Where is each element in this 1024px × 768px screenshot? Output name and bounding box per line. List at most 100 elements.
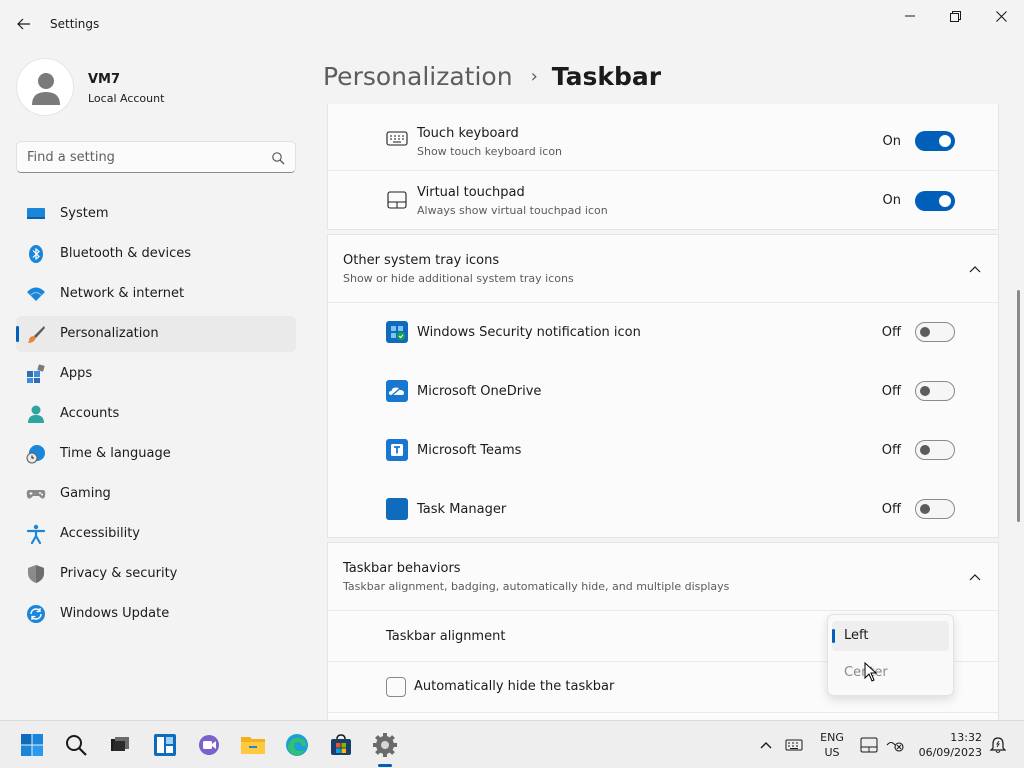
store-button[interactable] — [327, 731, 355, 759]
minimize-icon — [905, 15, 915, 17]
tray-item-title: Windows Security notification icon — [417, 325, 641, 340]
clock[interactable]: 13:32 06/09/2023 — [908, 730, 982, 760]
system-tray-icons-card: Touch keyboard Show touch keyboard icon … — [327, 104, 999, 230]
alignment-option-center[interactable]: Center — [832, 658, 949, 688]
alignment-option-left[interactable]: Left — [832, 621, 949, 651]
start-button[interactable] — [18, 731, 46, 759]
sidebar-item-windows-update[interactable]: Windows Update — [16, 596, 296, 632]
gamepad-icon — [26, 490, 46, 499]
back-button[interactable] — [10, 12, 38, 36]
sidebar-nav: System Bluetooth & devices Network & int… — [16, 196, 296, 636]
language-code: ENG — [820, 731, 844, 744]
user-silhouette-icon — [32, 73, 60, 105]
taskbar-alignment-label: Taskbar alignment — [386, 629, 506, 644]
scrollbar[interactable] — [1017, 290, 1020, 522]
apps-icon — [27, 364, 45, 383]
touch-keyboard-toggle[interactable] — [915, 131, 955, 151]
input-language-indicator[interactable]: ENG US — [812, 730, 852, 760]
bluetooth-icon — [29, 245, 43, 263]
touch-keyboard-title: Touch keyboard — [417, 126, 519, 141]
touch-keyboard-tray-button[interactable] — [780, 731, 808, 759]
chevron-up-icon[interactable] — [968, 264, 982, 274]
chevron-up-icon[interactable] — [968, 572, 982, 582]
minimize-button[interactable] — [888, 4, 932, 28]
other-tray-icons-header[interactable]: Other system tray icons Show or hide add… — [328, 235, 998, 302]
sidebar-item-bluetooth[interactable]: Bluetooth & devices — [16, 236, 296, 272]
sidebar-item-gaming[interactable]: Gaming — [16, 476, 296, 512]
sidebar-item-label: Windows Update — [60, 606, 170, 621]
network-volume-tray-button[interactable] — [881, 731, 909, 759]
onedrive-toggle[interactable] — [915, 381, 955, 401]
windows-security-toggle[interactable] — [915, 322, 955, 342]
search-box[interactable]: Find a setting — [16, 141, 296, 173]
show-hidden-icons-button[interactable] — [752, 731, 780, 759]
sidebar-item-label: Network & internet — [60, 286, 185, 301]
active-app-indicator — [378, 764, 392, 767]
tray-item-title: Microsoft OneDrive — [417, 384, 542, 399]
time: 13:32 — [950, 731, 982, 744]
sidebar-item-personalization[interactable]: Personalization — [16, 316, 296, 352]
chat-button[interactable] — [195, 731, 223, 759]
sidebar-item-label: System — [60, 206, 109, 221]
touch-keyboard-state: On — [882, 134, 901, 149]
account-type: Local Account — [88, 92, 165, 105]
sidebar-item-label: Accessibility — [60, 526, 140, 541]
tray-item-state: Off — [881, 325, 901, 340]
section-subtitle: Taskbar alignment, badging, automaticall… — [343, 580, 730, 593]
system-icon — [27, 208, 45, 219]
tray-item-row: Microsoft OneDrive Off — [328, 362, 998, 421]
touchpad-icon — [387, 191, 407, 209]
virtual-touchpad-toggle[interactable] — [915, 191, 955, 211]
taskbar-behaviors-header[interactable]: Taskbar behaviors Taskbar alignment, bad… — [328, 543, 998, 610]
task-manager-toggle[interactable] — [915, 499, 955, 519]
mouse-cursor-icon — [864, 662, 878, 682]
sidebar-item-accounts[interactable]: Accounts — [16, 396, 296, 432]
tray-item-title: Microsoft Teams — [417, 443, 522, 458]
section-subtitle: Show or hide additional system tray icon… — [343, 272, 574, 285]
widgets-button[interactable] — [151, 731, 179, 759]
account-card[interactable]: VM7 Local Account — [16, 58, 296, 116]
keyboard-icon — [386, 131, 408, 146]
edge-button[interactable] — [283, 731, 311, 759]
windows-security-icon — [386, 321, 408, 343]
search-icon — [272, 152, 285, 165]
keyboard-icon — [785, 739, 803, 751]
close-button[interactable] — [979, 4, 1023, 28]
virtual-touchpad-row: Virtual touchpad Always show virtual tou… — [328, 171, 998, 230]
settings-taskbar-button[interactable] — [371, 731, 399, 759]
tray-item-row: Task Manager Off — [328, 480, 998, 538]
autohide-checkbox[interactable] — [386, 677, 406, 697]
search-input[interactable]: Find a setting — [27, 150, 115, 165]
date: 06/09/2023 — [918, 746, 982, 759]
region-code: US — [824, 746, 840, 759]
sidebar-item-network[interactable]: Network & internet — [16, 276, 296, 312]
sidebar-item-label: Bluetooth & devices — [60, 246, 191, 261]
network-disconnected-icon — [886, 741, 904, 752]
taskbar-search-button[interactable] — [62, 731, 90, 759]
teams-toggle[interactable] — [915, 440, 955, 460]
sidebar-item-privacy[interactable]: Privacy & security — [16, 556, 296, 592]
breadcrumb-parent[interactable]: Personalization — [323, 62, 513, 91]
restore-icon — [949, 10, 961, 22]
notification-bell-icon — [989, 737, 1007, 754]
restore-button[interactable] — [933, 4, 977, 28]
virtual-touchpad-subtitle: Always show virtual touchpad icon — [417, 204, 608, 217]
sidebar-item-label: Gaming — [60, 486, 111, 501]
account-name: VM7 — [88, 72, 121, 87]
file-explorer-button[interactable] — [239, 731, 267, 759]
sidebar-item-system[interactable]: System — [16, 196, 296, 232]
task-view-button[interactable] — [106, 731, 134, 759]
teams-chat-icon — [199, 735, 219, 755]
virtual-touchpad-state: On — [882, 193, 901, 208]
avatar — [16, 58, 74, 116]
notifications-button[interactable] — [984, 731, 1012, 759]
taskbar-alignment-dropdown[interactable]: Left Center — [827, 614, 954, 696]
touchpad-tray-button[interactable] — [855, 731, 883, 759]
sidebar-item-time-language[interactable]: Time & language — [16, 436, 296, 472]
autohide-label[interactable]: Automatically hide the taskbar — [414, 679, 614, 694]
sidebar-item-label: Apps — [60, 366, 93, 381]
title-bar: Settings — [0, 0, 1024, 48]
sidebar-item-accessibility[interactable]: Accessibility — [16, 516, 296, 552]
other-tray-icons-card: Other system tray icons Show or hide add… — [327, 234, 999, 538]
sidebar-item-apps[interactable]: Apps — [16, 356, 296, 392]
